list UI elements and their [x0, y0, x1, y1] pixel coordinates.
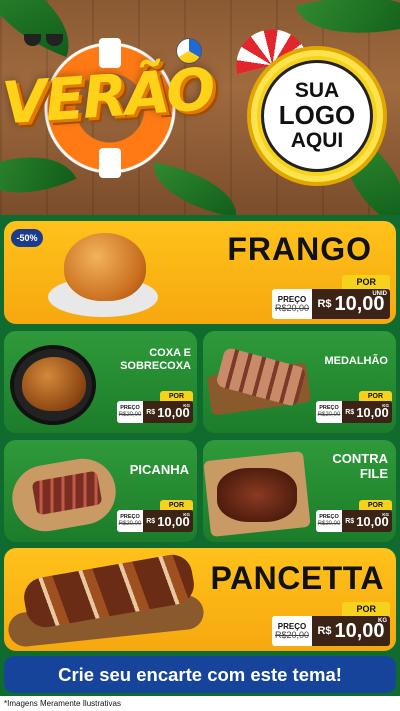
product-title-line2: SOBRECOXA: [120, 360, 191, 373]
palm-leaf-decoration: [147, 162, 243, 215]
price-tag: POR PREÇO R$20,00 R$ 10,00 KG: [117, 391, 193, 423]
old-price: R$20,00: [274, 629, 310, 640]
product-title-line2: FILE: [359, 465, 388, 481]
price-tag-left: PREÇO R$20,00: [316, 401, 342, 423]
product-card-pancetta[interactable]: PANCETTA POR PREÇO R$20,00 R$ 10,00 KG: [4, 548, 396, 651]
price-tag-body: PREÇO R$20,00 R$ 10,00 UNID: [272, 289, 390, 319]
currency-label: R$: [146, 517, 156, 525]
product-title-line1: CONTRA: [332, 451, 388, 466]
grilled-steak-icon: [217, 468, 297, 522]
price-tag-right: R$ 10,00 KG: [312, 616, 390, 646]
swim-ring-band: [99, 148, 121, 178]
por-label: POR: [159, 500, 193, 510]
roast-chicken-icon: [64, 233, 146, 301]
price-tag: POR PREÇO R$20,00 R$ 10,00 KG: [316, 500, 392, 532]
currency-label: R$: [317, 298, 332, 310]
chicken-leg-icon: [22, 357, 86, 411]
por-label: POR: [342, 602, 390, 616]
old-price: R$20,00: [317, 411, 341, 418]
price-tag-left: PREÇO R$20,00: [316, 510, 342, 532]
price-tag-right: R$ 10,00 KG: [342, 510, 392, 532]
product-title: FRANGO: [227, 231, 372, 267]
product-title: PICANHA: [129, 462, 189, 477]
unit-label: UNID: [372, 291, 387, 297]
logo-circle: SUA LOGO AQUI: [261, 60, 373, 172]
currency-label: R$: [146, 408, 156, 416]
product-title: COXA E SOBRECOXA: [120, 347, 191, 373]
logo-text-line2: LOGO: [278, 100, 356, 131]
price-tag-body: PREÇO R$20,00 R$ 10,00 KG: [316, 401, 392, 423]
discount-badge: -50%: [11, 229, 43, 247]
price-tag-left: PREÇO R$20,00: [272, 616, 312, 646]
unit-label: KG: [183, 403, 190, 408]
unit-label: KG: [183, 512, 190, 517]
price-tag-right: R$ 10,00 KG: [143, 401, 193, 423]
por-label: POR: [358, 391, 392, 401]
logo-text-line3: AQUI: [290, 128, 344, 152]
product-title-line1: COXA E: [149, 347, 191, 359]
currency-label: R$: [345, 408, 355, 416]
sunglasses-icon: [24, 34, 64, 46]
unit-label: KG: [382, 403, 389, 408]
price-tag-right: R$ 10,00 KG: [342, 401, 392, 423]
currency-label: R$: [317, 625, 332, 637]
old-price: R$20,00: [274, 302, 310, 313]
product-card-frango[interactable]: -50% FRANGO POR PREÇO R$20,00 R$ 10,00 U…: [4, 221, 396, 324]
product-title: PANCETTA: [210, 560, 384, 596]
logo-placeholder[interactable]: SUA LOGO AQUI: [247, 46, 387, 186]
price-tag-left: PREÇO R$20,00: [272, 289, 312, 319]
price-tag-right: R$ 10,00 UNID: [312, 289, 390, 319]
cta-banner[interactable]: Crie seu encarte com este tema!: [4, 656, 396, 693]
price-tag: POR PREÇO R$20,00 R$ 10,00 UNID: [272, 275, 390, 319]
product-card-coxa-sobrecoxa[interactable]: COXA E SOBRECOXA POR PREÇO R$20,00 R$ 10…: [4, 331, 197, 433]
currency-label: R$: [345, 517, 355, 525]
price-tag-right: R$ 10,00 KG: [143, 510, 193, 532]
por-label: POR: [342, 275, 390, 289]
unit-label: KG: [378, 618, 387, 624]
price-tag-left: PREÇO R$20,00: [117, 401, 143, 423]
product-card-medalhao[interactable]: MEDALHÃO POR PREÇO R$20,00 R$ 10,00 KG: [203, 331, 396, 433]
price-tag: POR PREÇO R$20,00 R$ 10,00 KG: [117, 500, 193, 532]
logo-text-line1: SUA: [294, 79, 340, 103]
old-price: R$20,00: [118, 411, 142, 418]
price-tag-body: PREÇO R$20,00 R$ 10,00 KG: [117, 401, 193, 423]
old-price: R$20,00: [118, 520, 142, 527]
por-label: POR: [358, 500, 392, 510]
old-price: R$20,00: [317, 520, 341, 527]
price-tag-left: PREÇO R$20,00: [117, 510, 143, 532]
por-label: POR: [159, 391, 193, 401]
header-title: VERÃO: [0, 54, 216, 138]
price-tag: POR PREÇO R$20,00 R$ 10,00 KG: [272, 602, 390, 646]
footer-disclaimer: *Imagens Meramente Ilustrativas: [0, 696, 400, 711]
price-tag-body: PREÇO R$20,00 R$ 10,00 KG: [117, 510, 193, 532]
header-banner: VERÃO SUA LOGO AQUI: [0, 0, 400, 215]
price-tag-body: PREÇO R$20,00 R$ 10,00 KG: [272, 616, 390, 646]
product-title: MEDALHÃO: [324, 355, 388, 367]
product-card-contra-file[interactable]: CONTRA FILE POR PREÇO R$20,00 R$ 10,00 K…: [203, 440, 396, 542]
unit-label: KG: [382, 512, 389, 517]
price-tag-body: PREÇO R$20,00 R$ 10,00 KG: [316, 510, 392, 532]
product-card-picanha[interactable]: PICANHA POR PREÇO R$20,00 R$ 10,00 KG: [4, 440, 197, 542]
product-title: CONTRA FILE: [332, 451, 388, 482]
price-tag: POR PREÇO R$20,00 R$ 10,00 KG: [316, 391, 392, 423]
